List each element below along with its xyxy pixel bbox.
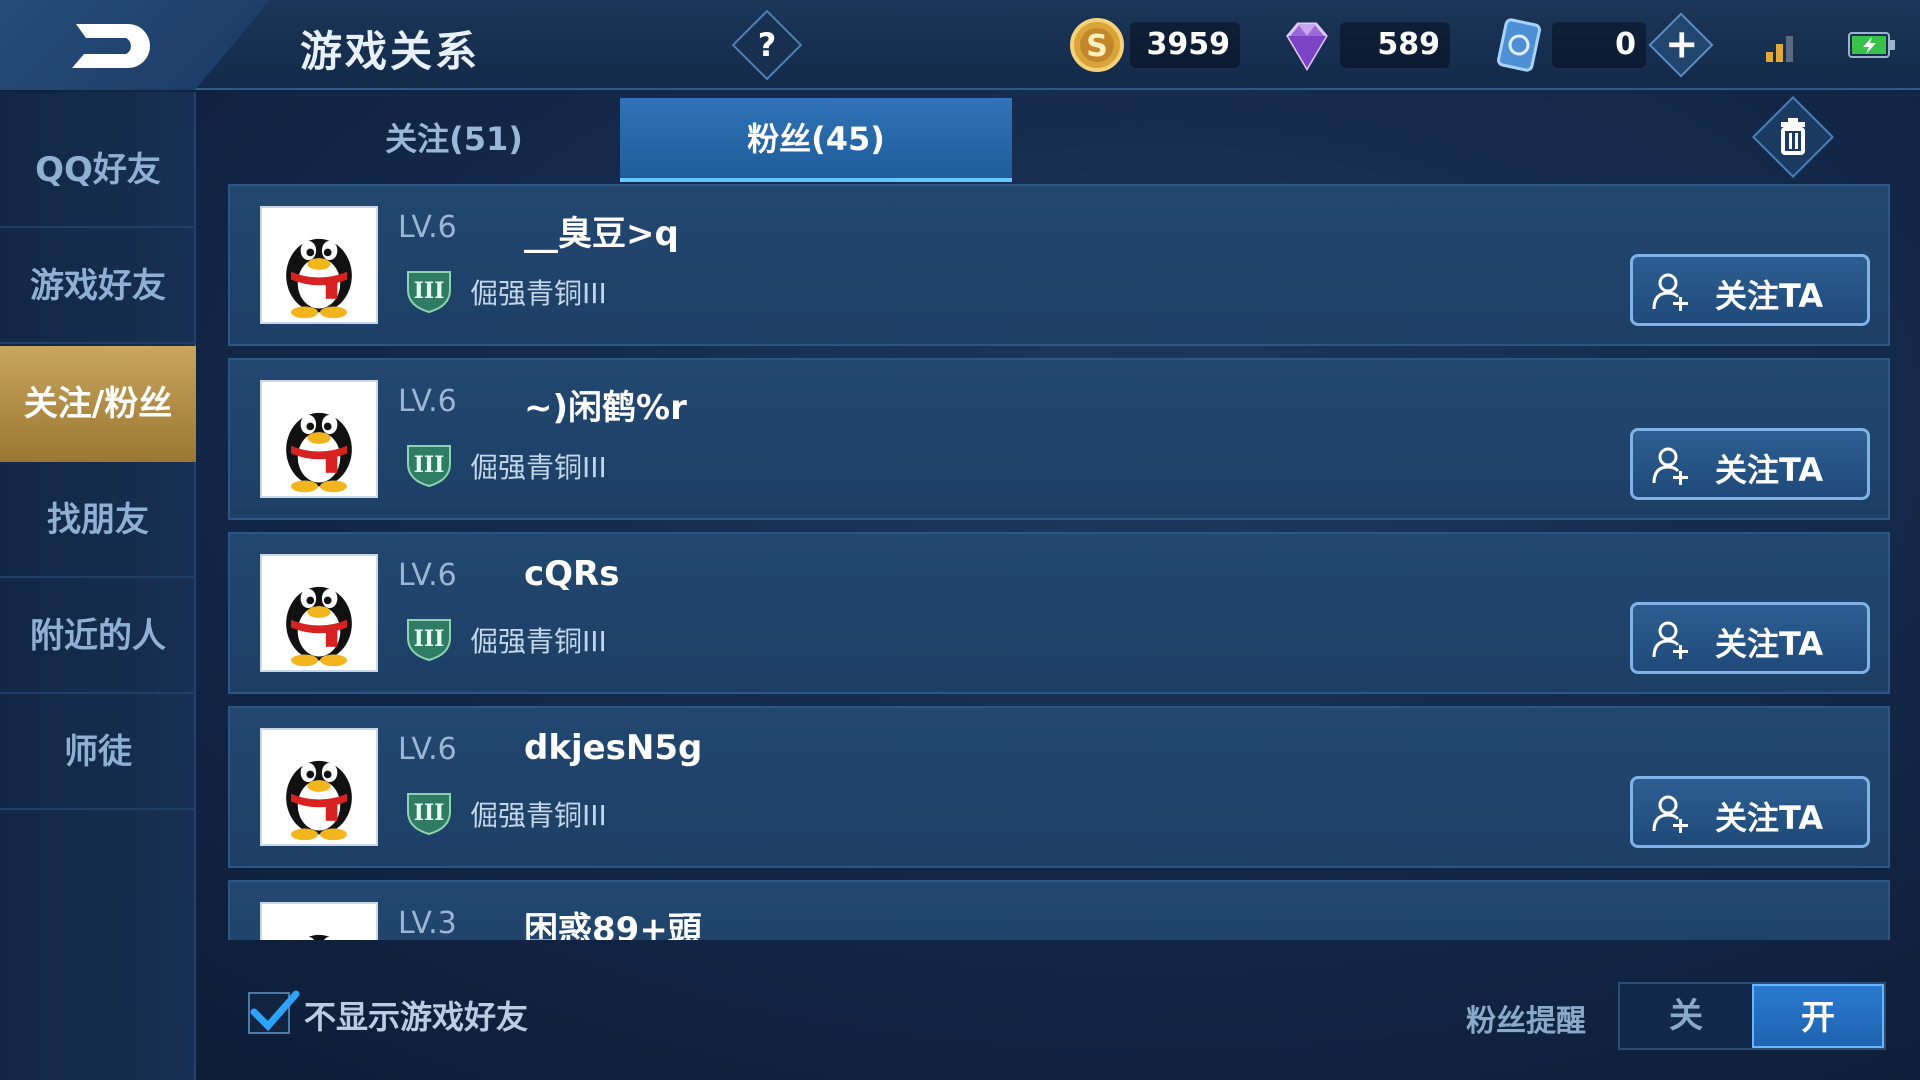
svg-text:S: S — [1086, 29, 1108, 64]
voucher-count: 0 — [1552, 22, 1646, 68]
player-name: ~)闲鹤%r — [524, 388, 687, 428]
list-item: LV.6 cQRs III 倔强青铜III 关注TA — [228, 532, 1890, 694]
battery-icon — [1848, 32, 1895, 58]
bronze-rank-icon: III — [407, 793, 451, 836]
player-name: 困惑89+頭 — [524, 910, 702, 940]
fan-reminder-label: 粉丝提醒 — [1466, 1004, 1586, 1039]
bronze-rank-icon: III — [407, 271, 451, 314]
player-level: LV.6 — [398, 732, 457, 767]
sidebar-item-mentorship[interactable]: 师徒 — [0, 694, 196, 810]
page-title: 游戏关系 — [300, 27, 481, 76]
back-button[interactable] — [68, 18, 158, 72]
hide-game-friends-checkbox[interactable] — [248, 990, 300, 1034]
plus-icon: + — [1664, 21, 1699, 68]
player-name: dkjesN5g — [524, 728, 703, 768]
sidebar-item-find-friends[interactable]: 找朋友 — [0, 462, 196, 578]
follow-button-label: 关注TA — [1715, 799, 1824, 837]
add-user-icon — [1652, 273, 1688, 311]
gold-count: 3959 — [1130, 22, 1240, 68]
list-item: LV.6 __臭豆>q III 倔强青铜III 关注TA — [228, 184, 1890, 346]
top-bar: 游戏关系 ? S 3959 589 0 + — [0, 0, 1920, 90]
gold-coin-icon: S — [1070, 18, 1124, 72]
trash-icon — [1781, 118, 1805, 155]
sidebar-item-follow-fans[interactable]: 关注/粉丝 — [0, 346, 196, 462]
list-item: LV.6 dkjesN5g III 倔强青铜III 关注TA — [228, 706, 1890, 868]
player-level: LV.6 — [398, 558, 457, 593]
qq-penguin-avatar[interactable] — [260, 728, 378, 846]
qq-penguin-avatar[interactable] — [260, 206, 378, 324]
voucher-icon — [1497, 18, 1541, 72]
list-item: LV.3 困惑89+頭 — [228, 880, 1890, 940]
help-icon: ? — [757, 26, 777, 64]
follow-button-label: 关注TA — [1715, 625, 1824, 663]
fans-list: LV.6 __臭豆>q III 倔强青铜III 关注TA LV.6 ~)闲鹤%r… — [228, 184, 1890, 940]
bronze-rank-icon: III — [407, 445, 451, 488]
svg-text:III: III — [414, 800, 445, 826]
list-item: LV.6 ~)闲鹤%r III 倔强青铜III 关注TA — [228, 358, 1890, 520]
follow-button-label: 关注TA — [1715, 451, 1824, 489]
sidebar-item-nearby-people[interactable]: 附近的人 — [0, 578, 196, 694]
signal-strength-icon — [1766, 36, 1793, 62]
add-currency-button[interactable]: + — [1648, 12, 1714, 78]
add-user-icon — [1652, 621, 1688, 659]
add-user-icon — [1652, 447, 1688, 485]
relation-tabs: 关注(51) 粉丝(45) — [228, 98, 1888, 182]
qq-penguin-avatar[interactable] — [260, 380, 378, 498]
rank-name: 倔强青铜III — [470, 277, 607, 310]
bronze-rank-icon: III — [407, 619, 451, 662]
svg-text:III: III — [414, 278, 445, 304]
sidebar-item-qq-friends[interactable]: QQ好友 — [0, 112, 196, 228]
qq-penguin-avatar[interactable] — [260, 554, 378, 672]
add-user-icon — [1652, 795, 1688, 833]
follow-button[interactable]: 关注TA — [1630, 776, 1870, 848]
svg-text:III: III — [414, 452, 445, 478]
follow-button[interactable]: 关注TA — [1630, 254, 1870, 326]
rank-name: 倔强青铜III — [470, 799, 607, 832]
player-name: __臭豆>q — [524, 214, 679, 254]
qq-penguin-avatar[interactable] — [260, 902, 378, 940]
back-arrow-icon — [72, 24, 150, 68]
rank-name: 倔强青铜III — [470, 625, 607, 658]
player-level: LV.6 — [398, 210, 457, 245]
tab-fans[interactable]: 粉丝(45) — [620, 98, 1012, 182]
tab-following[interactable]: 关注(51) — [258, 98, 650, 180]
checkmark-icon — [250, 990, 300, 1032]
follow-button[interactable]: 关注TA — [1630, 428, 1870, 500]
diamond-count: 589 — [1340, 22, 1450, 68]
svg-text:III: III — [414, 626, 445, 652]
follow-button-label: 关注TA — [1715, 277, 1824, 315]
hide-game-friends-label: 不显示游戏好友 — [304, 998, 529, 1036]
fan-reminder-on[interactable]: 开 — [1752, 984, 1884, 1048]
sidebar-item-game-friends[interactable]: 游戏好友 — [0, 228, 196, 344]
sidebar: QQ好友 游戏好友 关注/粉丝 找朋友 附近的人 师徒 — [0, 92, 196, 1080]
rank-name: 倔强青铜III — [470, 451, 607, 484]
diamond-icon — [1286, 22, 1328, 71]
follow-button[interactable]: 关注TA — [1630, 602, 1870, 674]
fan-reminder-off[interactable]: 关 — [1620, 984, 1752, 1048]
player-level: LV.6 — [398, 384, 457, 419]
help-button[interactable]: ? — [731, 9, 803, 81]
player-level: LV.3 — [398, 906, 457, 940]
player-name: cQRs — [524, 554, 620, 594]
fan-reminder-switch[interactable]: 关 开 — [1618, 982, 1886, 1050]
